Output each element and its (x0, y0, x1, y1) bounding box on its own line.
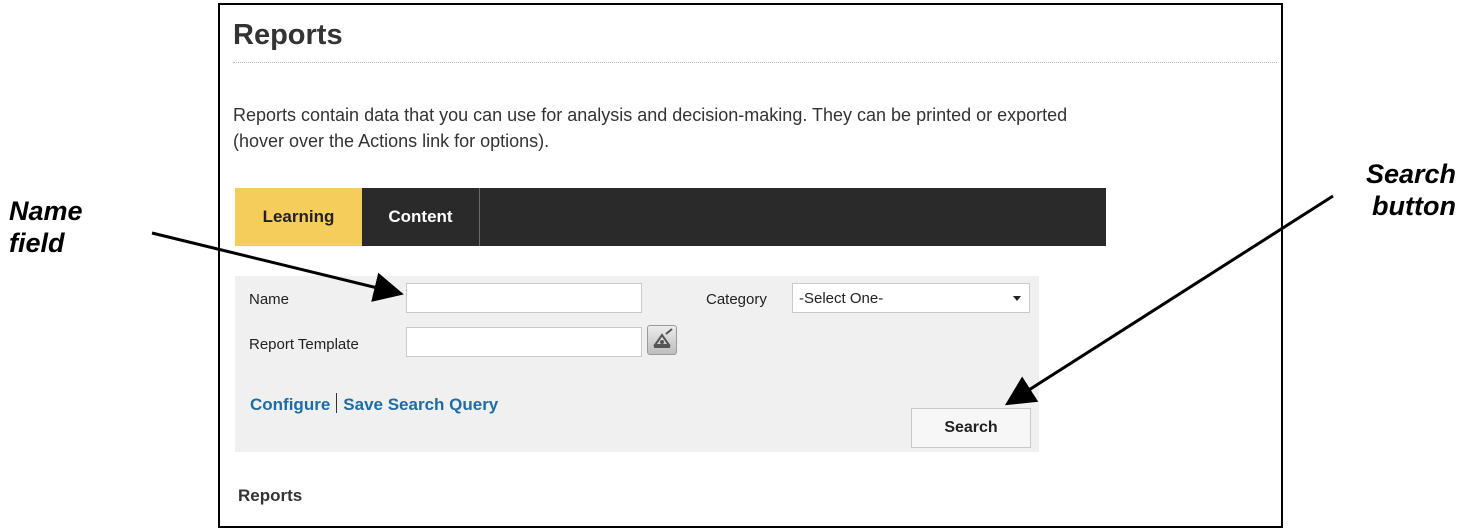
callout-search-button-line1: Search (1365, 159, 1456, 189)
callout-search-button: Search button (1336, 158, 1456, 222)
description-line1: Reports contain data that you can use fo… (233, 105, 1068, 125)
picker-icon (653, 328, 673, 348)
report-template-picker-button[interactable] (647, 325, 677, 355)
link-separator (336, 393, 338, 413)
category-label: Category (706, 291, 767, 308)
name-field[interactable] (406, 283, 642, 313)
report-template-field[interactable] (406, 327, 642, 357)
name-label: Name (249, 291, 290, 308)
callout-name-field: Name field (9, 195, 83, 259)
callout-name-field-line1: Name (9, 196, 83, 226)
screenshot-frame: Reports Reports contain data that you ca… (218, 3, 1283, 528)
tab-bar: Learning Content (235, 188, 1106, 246)
annotated-screenshot: Name field Search button Reports Reports… (0, 0, 1473, 529)
category-selected-value: -Select One- (799, 290, 884, 307)
callout-name-field-line2: field (9, 228, 65, 258)
tab-content[interactable]: Content (362, 188, 480, 246)
configure-link[interactable]: Configure (250, 395, 330, 414)
search-button[interactable]: Search (911, 408, 1031, 448)
report-template-label: Report Template (249, 336, 359, 353)
category-select[interactable]: -Select One- (792, 283, 1030, 313)
tab-learning[interactable]: Learning (235, 188, 362, 246)
page-description: Reports contain data that you can use fo… (233, 102, 1278, 154)
search-links: Configure Save Search Query (250, 393, 498, 415)
title-divider (233, 62, 1277, 63)
chevron-down-icon (1013, 296, 1021, 301)
search-panel: Name Report Template Category -Select On… (235, 276, 1039, 452)
description-line2: (hover over the Actions link for options… (233, 131, 550, 151)
callout-search-button-line2: button (1372, 191, 1456, 221)
page-title: Reports (233, 19, 343, 51)
save-search-query-link[interactable]: Save Search Query (343, 395, 498, 414)
reports-section-heading: Reports (238, 486, 303, 505)
